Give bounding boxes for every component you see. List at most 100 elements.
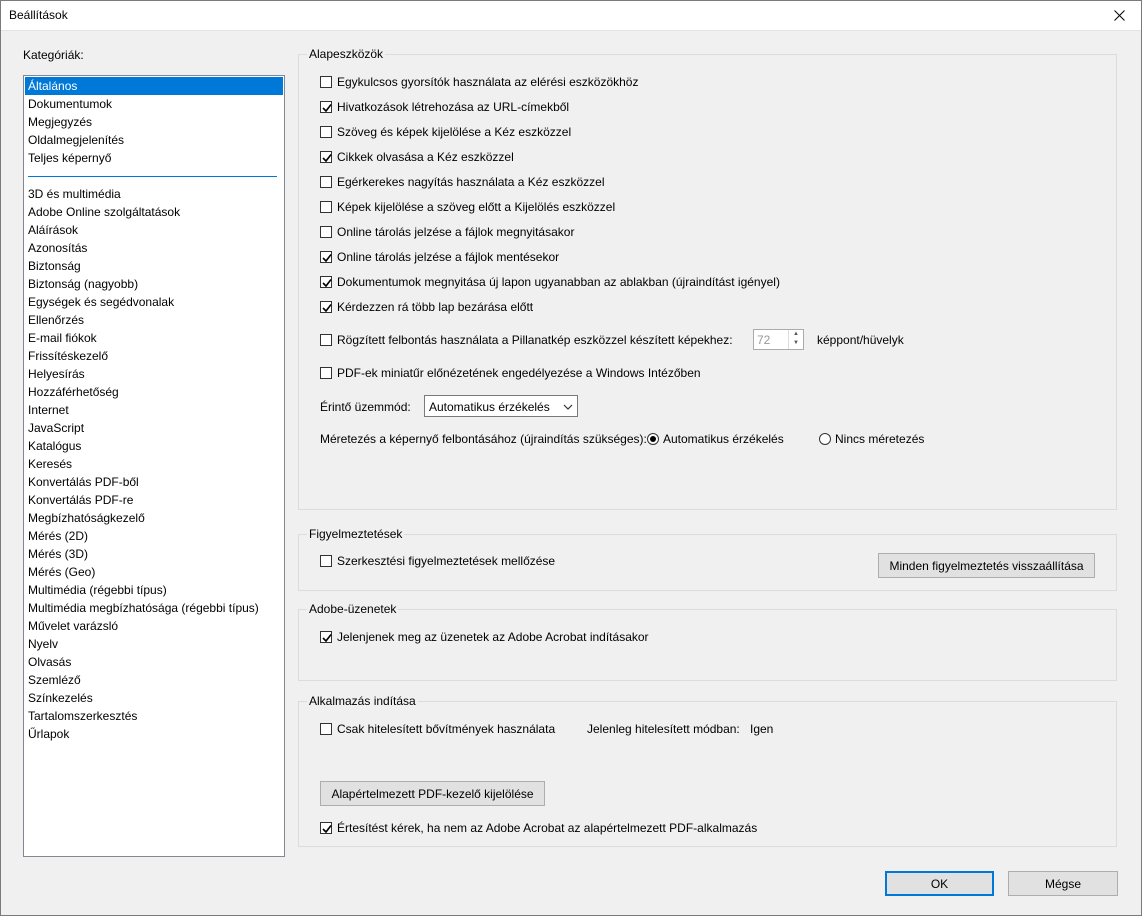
option-label: Hivatkozások létrehozása az URL-címekből — [337, 100, 570, 114]
notify-default-label: Értesítést kérek, ha nem az Adobe Acroba… — [337, 821, 758, 835]
category-item[interactable]: Mérés (2D) — [25, 527, 283, 545]
thumbnail-option[interactable]: PDF-ek miniatűr előnézetének engedélyezé… — [320, 366, 701, 380]
option-label: Képek kijelölése a szöveg előtt a Kijelö… — [337, 200, 616, 214]
notify-default-checkbox[interactable] — [320, 822, 332, 834]
option-checkbox[interactable] — [320, 251, 332, 263]
basic-option[interactable]: Szöveg és képek kijelölése a Kéz eszközz… — [320, 125, 571, 139]
certified-plugins-checkbox[interactable] — [320, 723, 332, 735]
category-item[interactable]: Hozzáférhetőség — [25, 383, 283, 401]
resolution-stepper[interactable]: 72 ▲ ▼ — [753, 329, 804, 350]
option-checkbox[interactable] — [320, 276, 332, 288]
touch-mode-label: Érintő üzemmód: — [320, 400, 411, 414]
basic-option[interactable]: Kérdezzen rá több lap bezárása előtt — [320, 300, 533, 314]
group-title: Alkalmazás indítása — [307, 694, 418, 708]
category-item[interactable]: Aláírások — [25, 221, 283, 239]
resolution-value: 72 — [757, 333, 771, 347]
option-checkbox[interactable] — [320, 226, 332, 238]
show-messages-checkbox[interactable] — [320, 631, 332, 643]
scaling-none-radio[interactable] — [819, 433, 831, 445]
group-title: Alapeszközök — [307, 47, 386, 61]
category-item[interactable]: Keresés — [25, 455, 283, 473]
show-messages-option[interactable]: Jelenjenek meg az üzenetek az Adobe Acro… — [320, 630, 649, 644]
group-title: Adobe-üzenetek — [307, 602, 399, 616]
option-checkbox[interactable] — [320, 301, 332, 313]
option-label: Egykulcsos gyorsítók használata az eléré… — [337, 75, 639, 89]
category-item[interactable]: Mérés (3D) — [25, 545, 283, 563]
category-list[interactable]: Általános Dokumentumok Megjegyzés Oldalmegj… — [23, 75, 285, 857]
fixed-resolution-label: Rögzített felbontás használata a Pillana… — [337, 333, 733, 347]
option-checkbox[interactable] — [320, 201, 332, 213]
category-item[interactable]: Ellenőrzés — [25, 311, 283, 329]
category-item[interactable]: Mérés (Geo) — [25, 563, 283, 581]
category-item[interactable]: Egységek és segédvonalak — [25, 293, 283, 311]
option-checkbox[interactable] — [320, 176, 332, 188]
basic-option[interactable]: Online tárolás jelzése a fájlok megnyitá… — [320, 225, 574, 239]
category-item[interactable]: JavaScript — [25, 419, 283, 437]
option-checkbox[interactable] — [320, 101, 332, 113]
category-item[interactable]: Dokumentumok — [25, 95, 283, 113]
category-item[interactable]: Biztonság — [25, 257, 283, 275]
category-item[interactable]: Művelet varázsló — [25, 617, 283, 635]
basic-option[interactable]: Egérkerekes nagyítás használata a Kéz es… — [320, 175, 604, 189]
title-bar: Beállítások — [0, 0, 1142, 31]
ok-button[interactable]: OK — [885, 871, 994, 896]
category-item[interactable]: Multimédia megbízhatósága (régebbi típus… — [25, 599, 283, 617]
basic-option[interactable]: Hivatkozások létrehozása az URL-címekből — [320, 100, 569, 114]
scaling-auto-option[interactable]: Automatikus érzékelés — [647, 432, 784, 446]
category-item[interactable]: Színkezelés — [25, 689, 283, 707]
category-item[interactable]: Konvertálás PDF-ből — [25, 473, 283, 491]
category-item[interactable]: Olvasás — [25, 653, 283, 671]
basic-option[interactable]: Egykulcsos gyorsítók használata az eléré… — [320, 75, 638, 89]
option-checkbox[interactable] — [320, 126, 332, 138]
category-item[interactable]: Internet — [25, 401, 283, 419]
basic-option[interactable]: Dokumentumok megnyitása új lapon ugyanab… — [320, 275, 780, 289]
option-checkbox[interactable] — [320, 76, 332, 88]
touch-mode-select[interactable]: Automatikus érzékelés — [424, 395, 578, 417]
category-item[interactable]: Szemléző — [25, 671, 283, 689]
basic-option[interactable]: Cikkek olvasása a Kéz eszközzel — [320, 150, 514, 164]
default-pdf-handler-button[interactable]: Alapértelmezett PDF-kezelő kijelölése — [320, 781, 545, 806]
category-item[interactable]: Katalógus — [25, 437, 283, 455]
chevron-down-icon — [563, 401, 573, 415]
certified-plugins-option[interactable]: Csak hitelesített bővítmények használata — [320, 722, 555, 736]
category-item[interactable]: Oldalmegjelenítés — [25, 131, 283, 149]
notify-default-option[interactable]: Értesítést kérek, ha nem az Adobe Acroba… — [320, 821, 757, 835]
ignore-warnings-checkbox[interactable] — [320, 555, 332, 567]
option-label: Dokumentumok megnyitása új lapon ugyanab… — [337, 275, 780, 289]
category-item[interactable]: Űrlapok — [25, 725, 283, 743]
reset-warnings-button[interactable]: Minden figyelmeztetés visszaállítása — [878, 553, 1095, 578]
category-item[interactable]: Tartalomszerkesztés — [25, 707, 283, 725]
category-item[interactable]: E-mail fiókok — [25, 329, 283, 347]
basic-option[interactable]: Képek kijelölése a szöveg előtt a Kijelö… — [320, 200, 615, 214]
category-item[interactable]: Biztonság (nagyobb) — [25, 275, 283, 293]
option-checkbox[interactable] — [320, 151, 332, 163]
spin-up-icon[interactable]: ▲ — [789, 330, 803, 339]
close-icon[interactable] — [1096, 0, 1142, 30]
category-item[interactable]: Frissítéskezelő — [25, 347, 283, 365]
certified-mode-label: Jelenleg hitelesített módban: — [587, 722, 740, 736]
category-item[interactable]: Adobe Online szolgáltatások — [25, 203, 283, 221]
spin-down-icon[interactable]: ▼ — [789, 339, 803, 348]
resolution-unit: képpont/hüvelyk — [817, 333, 904, 347]
category-item[interactable]: Megjegyzés — [25, 113, 283, 131]
category-item[interactable]: Multimédia (régebbi típus) — [25, 581, 283, 599]
category-item[interactable]: Megbízhatóságkezelő — [25, 509, 283, 527]
category-item[interactable]: Konvertálás PDF-re — [25, 491, 283, 509]
fixed-resolution-checkbox[interactable] — [320, 334, 332, 346]
category-item[interactable]: Nyelv — [25, 635, 283, 653]
option-label: Szöveg és képek kijelölése a Kéz eszközz… — [337, 125, 572, 139]
category-item[interactable]: Azonosítás — [25, 239, 283, 257]
option-label: Egérkerekes nagyítás használata a Kéz es… — [337, 175, 605, 189]
category-item[interactable]: Helyesírás — [25, 365, 283, 383]
scaling-none-option[interactable]: Nincs méretezés — [819, 432, 924, 446]
ignore-warnings-option[interactable]: Szerkesztési figyelmeztetések mellőzése — [320, 554, 555, 568]
category-item[interactable]: Teljes képernyő — [25, 149, 283, 167]
category-item[interactable]: Általános — [25, 77, 283, 95]
certified-plugins-label: Csak hitelesített bővítmények használata — [337, 722, 556, 736]
fixed-resolution-option[interactable]: Rögzített felbontás használata a Pillana… — [320, 333, 733, 347]
cancel-button[interactable]: Mégse — [1008, 871, 1118, 896]
thumbnail-checkbox[interactable] — [320, 367, 332, 379]
category-item[interactable]: 3D és multimédia — [25, 185, 283, 203]
scaling-auto-radio[interactable] — [647, 433, 659, 445]
basic-option[interactable]: Online tárolás jelzése a fájlok mentések… — [320, 250, 559, 264]
